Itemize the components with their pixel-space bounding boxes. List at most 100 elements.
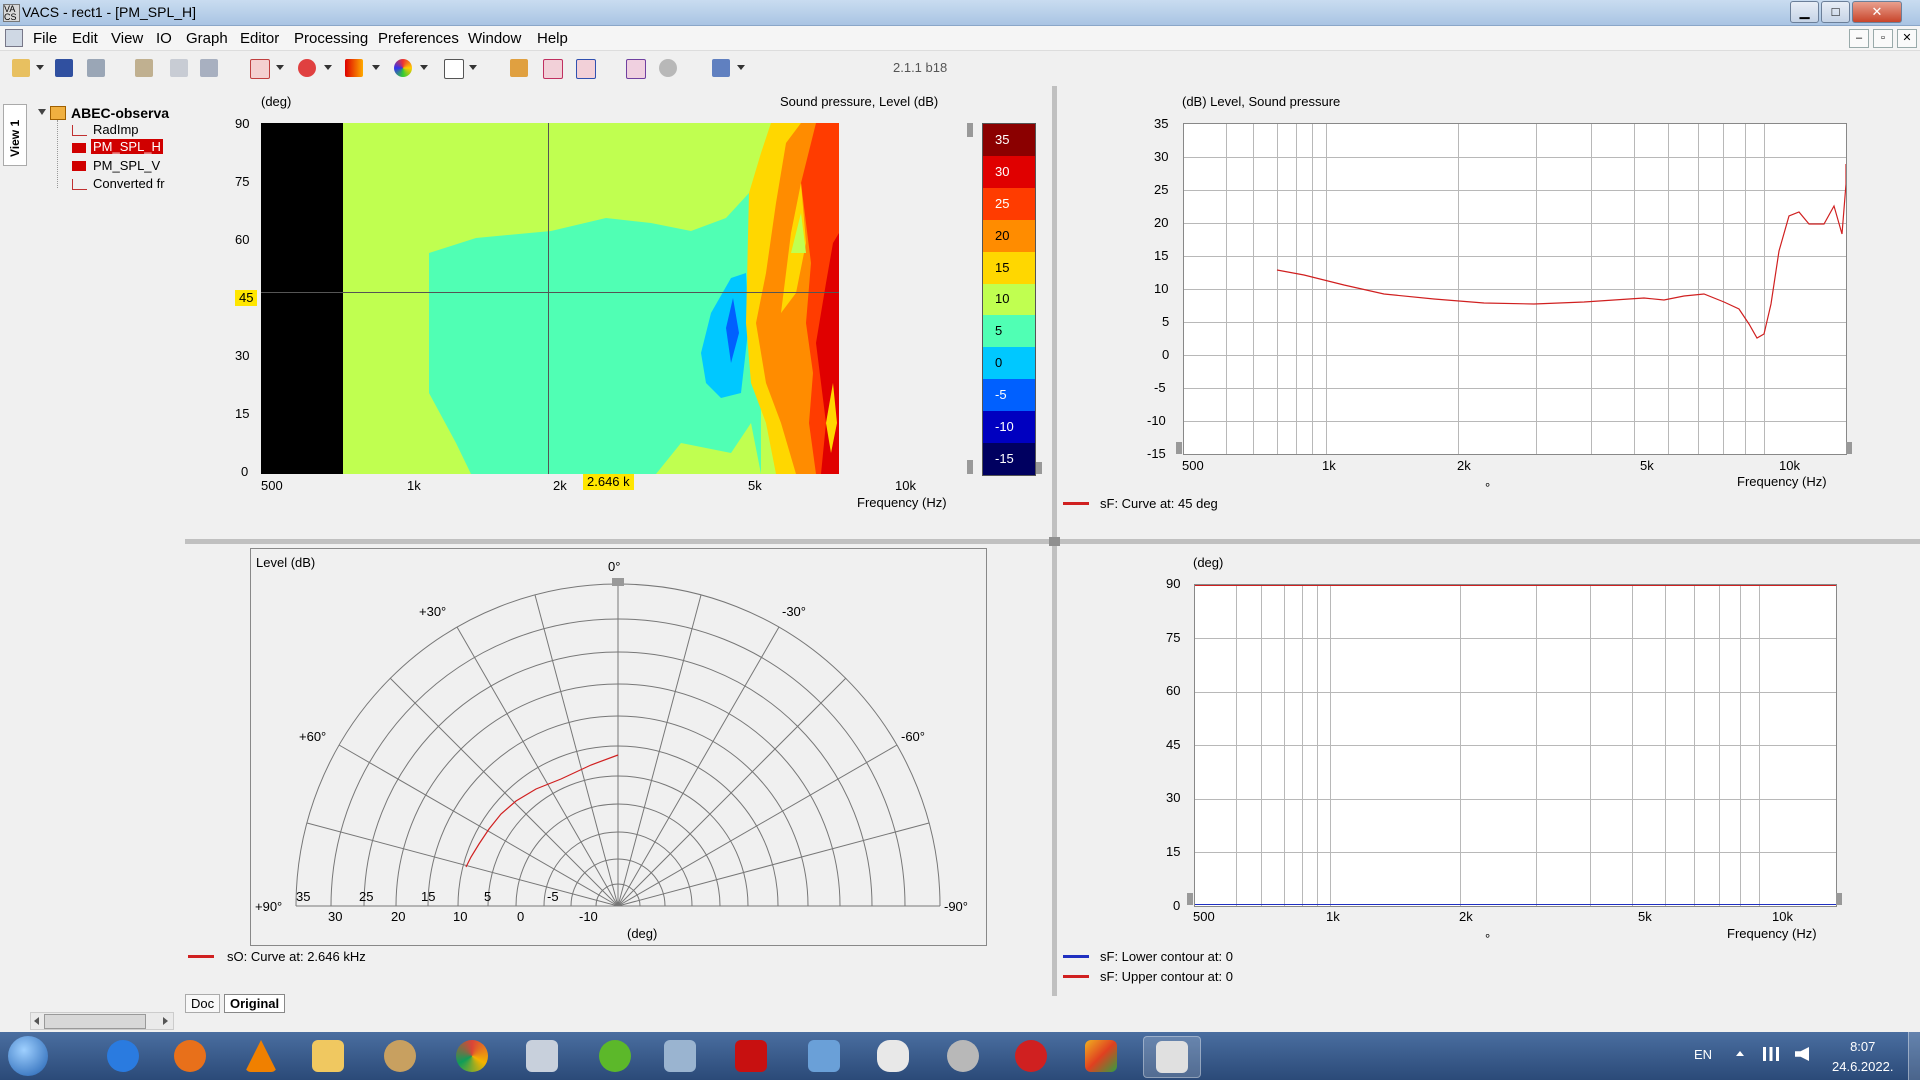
tree-root[interactable]: ABEC-observa [71,105,169,121]
tab-original[interactable]: Original [224,994,286,1013]
taskbar-speaker[interactable] [935,1036,991,1076]
colorbar-label: 5 [995,323,1003,339]
taskbar-vlc[interactable] [233,1036,289,1076]
limits-slider-right[interactable] [1836,893,1842,905]
tab-doc[interactable]: Doc [185,994,221,1013]
chart-compare-icon[interactable] [576,59,596,79]
menu-view[interactable]: View [111,30,143,47]
scroll-right-icon[interactable] [163,1017,168,1025]
x-tick: 5k [1640,458,1654,473]
polar-dropdown-icon[interactable] [324,65,332,70]
open-icon[interactable] [12,59,30,77]
menu-processing[interactable]: Processing [294,30,368,47]
show-hidden-icons[interactable] [1736,1051,1744,1056]
mdi-restore-button[interactable]: ▫ [1873,29,1893,48]
y-tick: -10 [1147,413,1166,428]
freq-legend: sF: Curve at: 45 deg [1100,496,1218,511]
properties-icon[interactable] [135,59,153,77]
menu-file[interactable]: File [33,30,57,47]
chart-xy-icon[interactable] [543,59,563,79]
save-icon[interactable] [55,59,73,77]
taskbar-image-app[interactable] [1073,1036,1129,1076]
taskbar-monitor[interactable] [796,1036,852,1076]
volume-icon[interactable] [1795,1047,1809,1061]
upper-contour-line [1195,585,1836,586]
horizontal-scrollbar[interactable] [30,1012,174,1030]
cursor-horizontal-line[interactable] [261,292,839,293]
polar-graph-icon[interactable] [298,59,316,77]
limits-plot-area[interactable] [1194,584,1837,907]
collapse-arrow-icon[interactable] [38,109,46,115]
line-graph-icon[interactable] [250,59,270,79]
splitter-handle[interactable] [1049,537,1060,546]
menu-help[interactable]: Help [537,30,568,47]
limits-slider-left[interactable] [1187,893,1193,905]
taskbar-chrome[interactable] [444,1036,500,1076]
x-tick: 10k [1772,909,1793,924]
mdi-close-button[interactable]: ✕ [1897,29,1917,48]
freq-slider-right[interactable] [1846,442,1852,454]
color-dropdown-icon[interactable] [420,65,428,70]
menu-preferences[interactable]: Preferences [378,30,459,47]
line-graph-dropdown-icon[interactable] [276,65,284,70]
colorbar-slider-top[interactable] [967,123,973,137]
color-icon[interactable] [394,59,412,77]
taskbar-utorrent[interactable] [587,1036,643,1076]
clock[interactable]: 8:07 24.6.2022. [1832,1039,1893,1074]
minimize-button[interactable]: ▁ [1790,1,1819,23]
freq-slider-left[interactable] [1176,442,1182,454]
colorbar-band: 5 [983,315,1035,348]
y-tick: 30 [235,348,250,363]
y-tick: 75 [235,174,250,189]
calendar-dropdown-icon[interactable] [737,65,745,70]
tab-view-1[interactable]: View 1 [3,104,27,166]
menu-edit[interactable]: Edit [72,30,98,47]
close-button[interactable]: ✕ [1852,1,1902,23]
taskbar-paint[interactable] [372,1036,428,1076]
page-icon[interactable] [444,59,464,79]
menu-editor[interactable]: Editor [240,30,279,47]
print-icon[interactable] [87,59,105,77]
menu-io[interactable]: IO [156,30,172,47]
show-desktop-button[interactable] [1908,1032,1920,1080]
calendar-icon[interactable] [712,59,730,77]
taskbar-explorer[interactable] [300,1036,356,1076]
scroll-left-icon[interactable] [34,1017,39,1025]
taskbar-calculator[interactable] [514,1036,570,1076]
taskbar-vacs[interactable] [1143,1036,1201,1078]
taskbar-ccleaner[interactable] [1003,1036,1059,1076]
y-tick: 15 [1154,248,1169,263]
network-icon[interactable] [1763,1047,1779,1061]
taskbar-acrobat[interactable] [723,1036,779,1076]
upper-contour-legend: sF: Upper contour at: 0 [1100,969,1233,984]
contour-y-label: (deg) [261,94,292,109]
menu-window[interactable]: Window [468,30,521,47]
y-tick: 0 [1173,898,1181,913]
copy-icon[interactable] [170,59,188,77]
calc-icon[interactable] [510,59,528,77]
contour-map-icon[interactable] [345,59,363,77]
colorbar-slider-bottom[interactable] [967,460,973,474]
colorbar-handle[interactable] [1036,462,1042,474]
cursor-vertical-line[interactable] [548,123,549,474]
open-dropdown-icon[interactable] [36,65,44,70]
scroll-thumb[interactable] [44,1014,146,1029]
colorbar[interactable]: 35 30 25 20 15 10 5 0 -5 -10 -15 [982,123,1036,476]
taskbar-ie[interactable] [95,1036,151,1076]
taskbar-mask[interactable] [865,1036,921,1076]
contour-map[interactable] [261,123,839,474]
globe-icon[interactable] [659,59,677,77]
x-tick: 1k [1326,909,1340,924]
mdi-minimize-button[interactable]: – [1849,29,1869,48]
maximize-button[interactable]: □ [1821,1,1850,23]
language-indicator[interactable]: EN [1694,1047,1712,1062]
freq-plot-area[interactable] [1183,123,1847,455]
taskbar-firefox[interactable] [162,1036,218,1076]
menu-graph[interactable]: Graph [186,30,228,47]
paste-icon[interactable] [200,59,218,77]
contour-dropdown-icon[interactable] [372,65,380,70]
chart-export-icon[interactable] [626,59,646,79]
page-dropdown-icon[interactable] [469,65,477,70]
taskbar-app[interactable] [652,1036,708,1076]
start-button[interactable] [8,1036,48,1076]
